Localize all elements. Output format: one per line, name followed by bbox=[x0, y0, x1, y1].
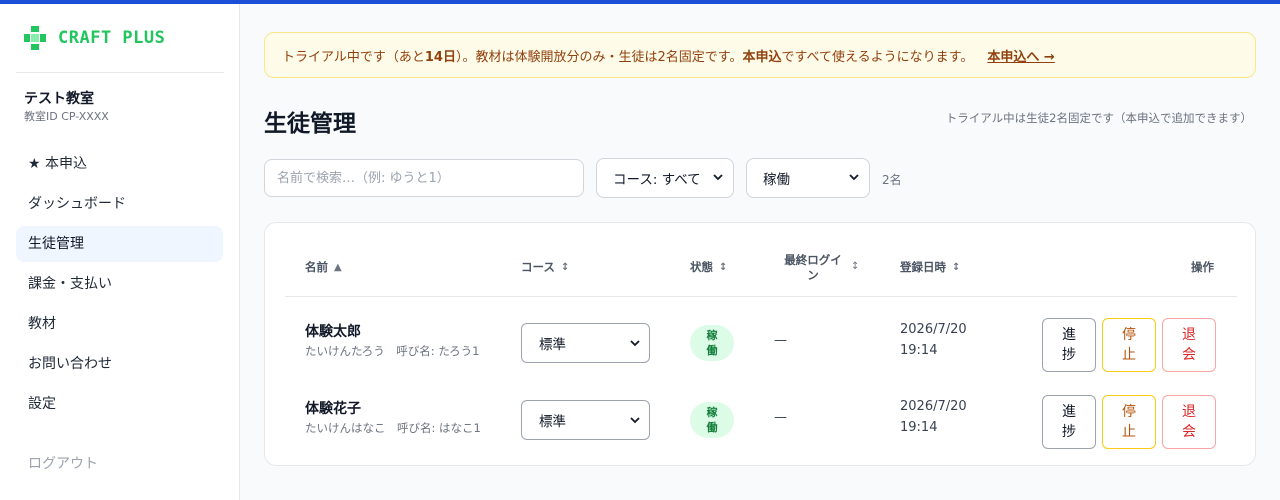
sidebar-item-apply[interactable]: ★ 本申込 bbox=[16, 146, 223, 182]
progress-button-label: 進捗 bbox=[1062, 404, 1076, 440]
students-table-card: 名前 ▲ コース ↕ 状態 ↕ 最終ログイン ↕ 登録日時 ↕ 操作 体験太郎 たいけん… bbox=[264, 222, 1256, 466]
sidebar-item-settings[interactable]: 設定 bbox=[16, 386, 223, 422]
student-kana: たいけんたろう 呼び名: たろう1 bbox=[305, 344, 480, 358]
status-filter-select[interactable]: 稼働 bbox=[746, 158, 870, 198]
header-name-label: 名前 bbox=[305, 260, 328, 274]
status-badge-label: 稼働 bbox=[706, 406, 718, 434]
apply-link[interactable]: 本申込へ → bbox=[987, 46, 1054, 65]
search-input[interactable] bbox=[264, 159, 584, 197]
sidebar-divider bbox=[16, 72, 224, 73]
registered-date: 2026/7/20 bbox=[900, 399, 967, 414]
withdraw-button[interactable]: 退会 bbox=[1162, 395, 1216, 449]
student-name: 体験花子 bbox=[305, 401, 361, 417]
registered-time: 19:14 bbox=[900, 420, 938, 435]
sidebar-item-students[interactable]: 生徒管理 bbox=[16, 226, 223, 262]
sort-icon: ↕ bbox=[851, 261, 860, 272]
suspend-button[interactable]: 停止 bbox=[1102, 395, 1156, 449]
chevron-down-icon bbox=[630, 340, 640, 347]
suspend-button[interactable]: 停止 bbox=[1102, 318, 1156, 372]
course-select[interactable]: 標準 bbox=[521, 323, 650, 363]
status-badge: 稼働 bbox=[690, 325, 734, 361]
registered-date: 2026/7/20 bbox=[900, 322, 967, 337]
logo-text: CRAFT PLUS bbox=[58, 28, 166, 48]
header-actions: 操作 bbox=[1191, 260, 1214, 274]
registered-time: 19:14 bbox=[900, 343, 938, 358]
trial-days: 14日 bbox=[424, 49, 456, 65]
logo[interactable]: CRAFT PLUS bbox=[24, 26, 165, 50]
header-name[interactable]: 名前 ▲ bbox=[305, 259, 342, 275]
sidebar-item-billing[interactable]: 課金・支払い bbox=[16, 266, 223, 302]
suspend-button-label: 停止 bbox=[1122, 327, 1136, 363]
header-status-label: 状態 bbox=[690, 260, 713, 274]
header-status[interactable]: 状態 ↕ bbox=[690, 259, 727, 275]
trial-text-1: トライアル中です（あと bbox=[282, 49, 425, 65]
withdraw-button-label: 退会 bbox=[1182, 327, 1196, 363]
header-course[interactable]: コース ↕ bbox=[521, 259, 569, 275]
trial-text-3: ですべて使えるようになります。 bbox=[781, 49, 974, 65]
trial-banner: トライアル中です（あと 14日 ）。教材は体験開放分のみ・生徒は2名固定です。 本申… bbox=[264, 32, 1256, 78]
registered-datetime: 2026/7/20 19:14 bbox=[900, 396, 967, 438]
course-filter-value: コース: すべて bbox=[613, 172, 701, 188]
progress-button-label: 進捗 bbox=[1062, 327, 1076, 363]
chevron-down-icon bbox=[713, 174, 723, 181]
page-title: 生徒管理 bbox=[264, 111, 356, 137]
school-id: 教室ID CP-XXXX bbox=[24, 110, 109, 123]
withdraw-button[interactable]: 退会 bbox=[1162, 318, 1216, 372]
header-course-label: コース bbox=[521, 260, 555, 274]
logout-link[interactable]: ログアウト bbox=[16, 446, 223, 482]
sort-icon: ↕ bbox=[560, 261, 570, 273]
status-badge: 稼働 bbox=[690, 402, 734, 438]
table-row: 体験太郎 たいけんたろう 呼び名: たろう1 標準 稼働 — 2026/7/20… bbox=[265, 307, 1255, 377]
progress-button[interactable]: 進捗 bbox=[1042, 318, 1096, 372]
registered-datetime: 2026/7/20 19:14 bbox=[900, 319, 967, 361]
last-login-value: — bbox=[774, 410, 787, 425]
trial-text-2: ）。教材は体験開放分のみ・生徒は2名固定です。 bbox=[455, 49, 743, 65]
sort-asc-icon: ▲ bbox=[334, 261, 342, 273]
header-registered[interactable]: 登録日時 ↕ bbox=[900, 259, 960, 275]
student-kana: たいけんはなこ 呼び名: はなこ1 bbox=[305, 421, 481, 435]
sort-icon: ↕ bbox=[952, 261, 961, 273]
school-name: テスト教室 bbox=[24, 91, 94, 107]
sidebar-item-materials[interactable]: 教材 bbox=[16, 306, 223, 342]
chevron-down-icon bbox=[630, 417, 640, 424]
student-name: 体験太郎 bbox=[305, 324, 361, 340]
header-divider bbox=[285, 296, 1237, 297]
sort-icon: ↕ bbox=[719, 261, 728, 273]
withdraw-button-label: 退会 bbox=[1182, 404, 1196, 440]
header-last-login[interactable]: 最終ログイン bbox=[781, 253, 845, 283]
progress-button[interactable]: 進捗 bbox=[1042, 395, 1096, 449]
plus-cross-icon bbox=[24, 26, 46, 50]
status-filter-value: 稼働 bbox=[763, 172, 790, 188]
trial-bold: 本申込 bbox=[742, 49, 782, 65]
header-registered-label: 登録日時 bbox=[900, 260, 946, 274]
chevron-down-icon bbox=[849, 174, 859, 181]
status-badge-label: 稼働 bbox=[706, 329, 718, 357]
last-login-value: — bbox=[774, 333, 787, 348]
suspend-button-label: 停止 bbox=[1122, 404, 1136, 440]
course-select-value: 標準 bbox=[539, 414, 566, 430]
sidebar: CRAFT PLUS テスト教室 教室ID CP-XXXX ★ 本申込 ダッシュ… bbox=[0, 4, 240, 500]
main-content: トライアル中です（あと 14日 ）。教材は体験開放分のみ・生徒は2名固定です。 本申… bbox=[240, 4, 1280, 500]
page-note: トライアル中は生徒2名固定です（本申込で追加できます） bbox=[945, 111, 1252, 125]
course-select[interactable]: 標準 bbox=[521, 400, 650, 440]
course-select-value: 標準 bbox=[539, 337, 566, 353]
course-filter-select[interactable]: コース: すべて bbox=[596, 158, 734, 198]
table-row: 体験花子 たいけんはなこ 呼び名: はなこ1 標準 稼働 — 2026/7/20… bbox=[265, 384, 1255, 454]
result-count: 2名 bbox=[882, 173, 902, 187]
sidebar-item-dashboard[interactable]: ダッシュボード bbox=[16, 186, 223, 222]
sidebar-item-contact[interactable]: お問い合わせ bbox=[16, 346, 223, 382]
